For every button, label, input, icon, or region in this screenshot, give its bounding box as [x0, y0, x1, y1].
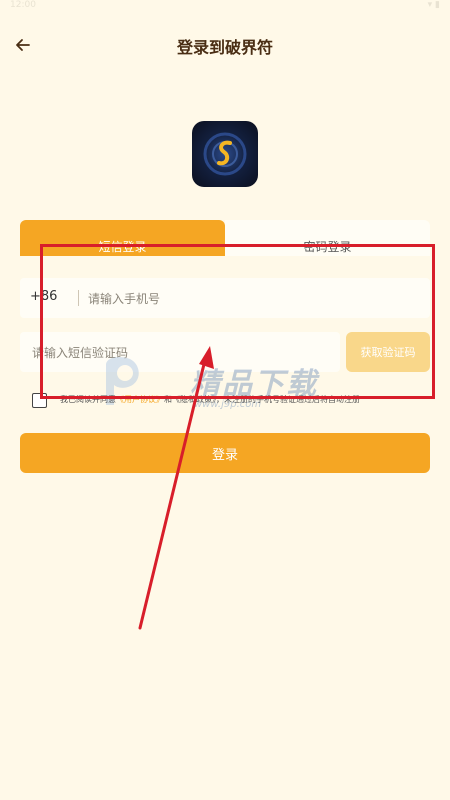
phone-input[interactable] — [86, 283, 420, 315]
status-icons: ▾ ▮ — [427, 0, 440, 10]
agreement-suffix: 和《隐私政策》，未注册的手机号验证通过后将自动注册 — [164, 395, 360, 404]
divider — [78, 290, 79, 306]
login-tabs: 短信登录 密码登录 — [20, 220, 430, 256]
annotation-highlight-box — [40, 244, 435, 399]
login-button[interactable]: 登录 — [20, 433, 430, 473]
tab-password-label: 密码登录 — [303, 239, 352, 254]
tab-sms-label: 短信登录 — [98, 239, 147, 254]
page-title: 登录到破界符 — [176, 38, 273, 57]
tab-sms-login[interactable]: 短信登录 — [20, 220, 225, 256]
agreement-prefix: 我已阅读并同意 — [60, 395, 116, 404]
agreement-row: 我已阅读并同意《用户协议》和《隐私政策》，未注册的手机号验证通过后将自动注册 — [32, 393, 442, 411]
code-row — [20, 332, 340, 372]
get-code-button[interactable]: 获取验证码 — [346, 332, 430, 372]
agreement-text: 我已阅读并同意《用户协议》和《隐私政策》，未注册的手机号验证通过后将自动注册 — [60, 394, 360, 405]
app-logo-icon — [203, 132, 247, 176]
app-logo — [192, 121, 258, 187]
user-agreement-link[interactable]: 《用户协议》 — [116, 395, 164, 404]
status-bar: 12:00 ▾ ▮ — [0, 0, 450, 14]
sms-code-input[interactable] — [30, 337, 334, 369]
tab-password-login[interactable]: 密码登录 — [225, 220, 430, 256]
phone-row: +86 — [20, 278, 430, 318]
agree-checkbox[interactable] — [32, 393, 47, 408]
country-code[interactable]: +86 — [30, 289, 57, 304]
status-time: 12:00 — [10, 0, 36, 10]
header: 登录到破界符 — [0, 28, 450, 62]
